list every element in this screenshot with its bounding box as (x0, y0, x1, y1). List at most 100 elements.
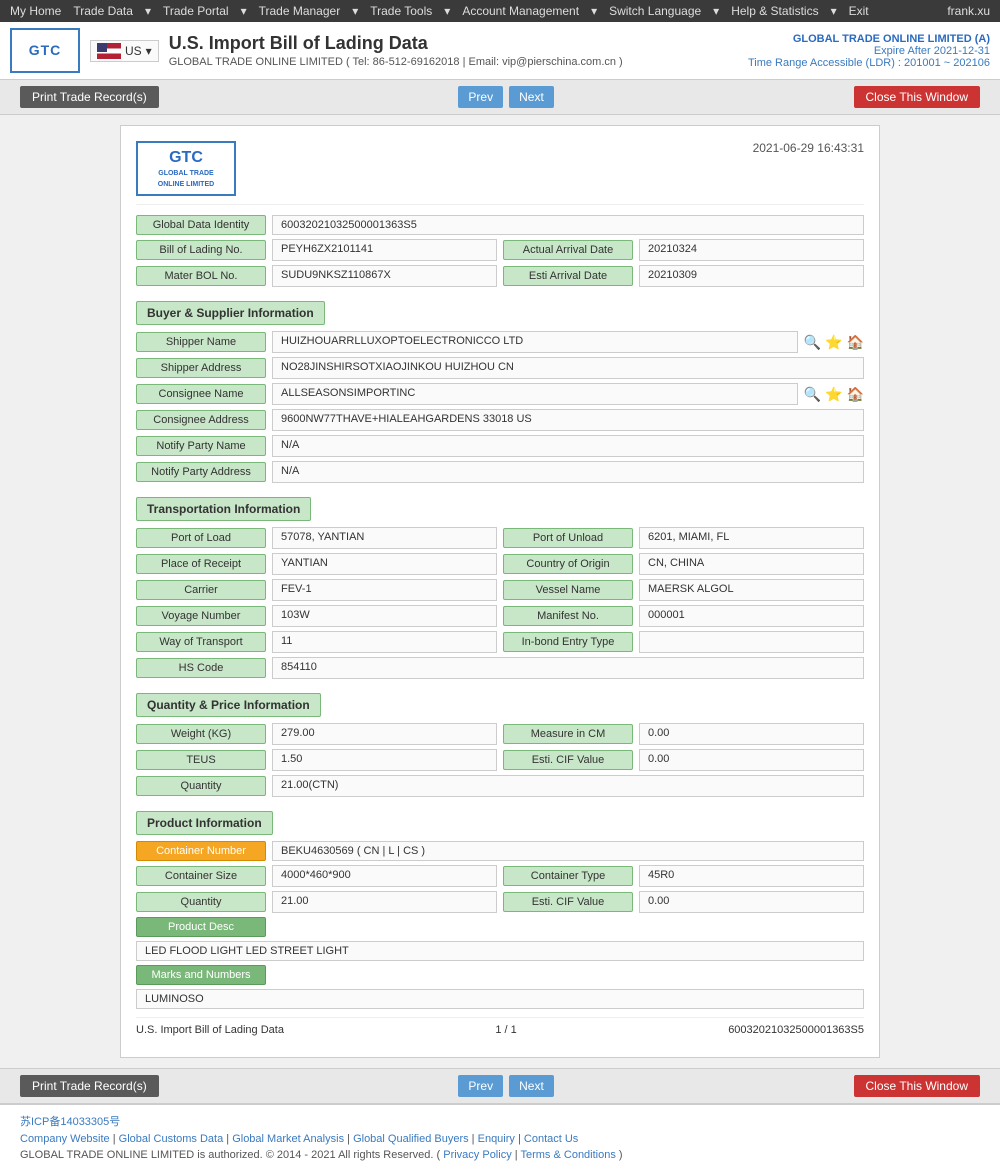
container-type-label: Container Type (503, 866, 633, 886)
global-market-analysis-link[interactable]: Global Market Analysis (232, 1133, 344, 1145)
esti-cif-value: 0.00 (639, 749, 864, 771)
country-of-origin-field: Country of Origin CN, CHINA (503, 553, 864, 575)
consignee-search-icon[interactable]: 🔍 (804, 386, 821, 403)
container-type-field: Container Type 45R0 (503, 865, 864, 887)
voyage-number-value: 103W (272, 605, 497, 627)
bottom-close-button[interactable]: Close This Window (854, 1075, 980, 1097)
carrier-field: Carrier FEV-1 (136, 579, 497, 601)
consignee-name-value: ALLSEASONSIMPORTINC (272, 383, 798, 405)
doc-logo: GTC GLOBAL TRADEONLINE LIMITED (136, 141, 236, 196)
page-subtitle: GLOBAL TRADE ONLINE LIMITED ( Tel: 86-51… (169, 56, 623, 68)
bottom-toolbar: Print Trade Record(s) Prev Next Close Th… (0, 1068, 1000, 1104)
port-of-load-label: Port of Load (136, 528, 266, 548)
inbond-entry-type-value (639, 631, 864, 653)
esti-arrival-field: Esti Arrival Date 20210309 (503, 265, 864, 287)
document-container: GTC GLOBAL TRADEONLINE LIMITED 2021-06-2… (120, 125, 880, 1058)
vessel-name-field: Vessel Name MAERSK ALGOL (503, 579, 864, 601)
esti-cif2-value: 0.00 (639, 891, 864, 913)
bottom-prev-button[interactable]: Prev (458, 1075, 503, 1097)
container-size-value: 4000*460*900 (272, 865, 497, 887)
top-toolbar: Print Trade Record(s) Prev Next Close Th… (0, 80, 1000, 115)
flag-dropdown-icon[interactable]: ▾ (146, 44, 152, 58)
teus-field: TEUS 1.50 (136, 749, 497, 771)
consignee-icons: 🔍 ⭐ 🏠 (804, 386, 864, 403)
nav-my-home[interactable]: My Home (10, 4, 61, 18)
vessel-name-label: Vessel Name (503, 580, 633, 600)
voyage-number-field: Voyage Number 103W (136, 605, 497, 627)
manifest-no-field: Manifest No. 000001 (503, 605, 864, 627)
quantity-value: 21.00(CTN) (272, 775, 864, 797)
global-customs-data-link[interactable]: Global Customs Data (119, 1133, 224, 1145)
terms-conditions-link[interactable]: Terms & Conditions (520, 1149, 615, 1161)
way-of-transport-field: Way of Transport 11 (136, 631, 497, 653)
bottom-print-button[interactable]: Print Trade Record(s) (20, 1075, 159, 1097)
consignee-address-row: Consignee Address 9600NW77THAVE+HIALEAHG… (136, 409, 864, 431)
nav-trade-manager[interactable]: Trade Manager (259, 4, 341, 18)
nav-help-statistics[interactable]: Help & Statistics (731, 4, 818, 18)
document-timestamp: 2021-06-29 16:43:31 (753, 141, 864, 155)
mater-bol-field: Mater BOL No. SUDU9NKSZ110867X (136, 265, 497, 287)
shipper-name-row: Shipper Name HUIZHOUARRLLUXOPTOELECTRONI… (136, 331, 864, 353)
consignee-star-icon[interactable]: ⭐ (825, 386, 842, 403)
shipper-search-icon[interactable]: 🔍 (804, 334, 821, 351)
consignee-home-icon[interactable]: 🏠 (847, 386, 864, 403)
voyage-number-label: Voyage Number (136, 606, 266, 626)
mater-bol-row: Mater BOL No. SUDU9NKSZ110867X Esti Arri… (136, 265, 864, 287)
teus-value: 1.50 (272, 749, 497, 771)
actual-arrival-label: Actual Arrival Date (503, 240, 633, 260)
weight-kg-field: Weight (KG) 279.00 (136, 723, 497, 745)
bill-of-lading-value: PEYH6ZX2101141 (272, 239, 497, 261)
nav-trade-tools[interactable]: Trade Tools (370, 4, 432, 18)
transport-inbond-row: Way of Transport 11 In-bond Entry Type (136, 631, 864, 653)
bottom-toolbar-left: Print Trade Record(s) (20, 1075, 159, 1097)
document-header: GTC GLOBAL TRADEONLINE LIMITED 2021-06-2… (136, 141, 864, 205)
teus-cif-row: TEUS 1.50 Esti. CIF Value 0.00 (136, 749, 864, 771)
print-button[interactable]: Print Trade Record(s) (20, 86, 159, 108)
toolbar-right: Close This Window (854, 86, 980, 108)
measure-in-cm-label: Measure in CM (503, 724, 633, 744)
bill-of-lading-label: Bill of Lading No. (136, 240, 266, 260)
page-header: GTC US ▾ U.S. Import Bill of Lading Data… (0, 22, 1000, 80)
company-website-link[interactable]: Company Website (20, 1133, 110, 1145)
close-window-button[interactable]: Close This Window (854, 86, 980, 108)
document-footer: U.S. Import Bill of Lading Data 1 / 1 60… (136, 1017, 864, 1042)
carrier-vessel-row: Carrier FEV-1 Vessel Name MAERSK ALGOL (136, 579, 864, 601)
place-of-receipt-field: Place of Receipt YANTIAN (136, 553, 497, 575)
notify-party-address-value: N/A (272, 461, 864, 483)
inbond-entry-type-label: In-bond Entry Type (503, 632, 633, 652)
shipper-name-label: Shipper Name (136, 332, 266, 352)
nav-account-management[interactable]: Account Management (462, 4, 579, 18)
esti-cif2-field: Esti. CIF Value 0.00 (503, 891, 864, 913)
quantity2-cif2-row: Quantity 21.00 Esti. CIF Value 0.00 (136, 891, 864, 913)
measure-in-cm-value: 0.00 (639, 723, 864, 745)
product-section-header: Product Information (136, 811, 273, 835)
hs-code-row: HS Code 854110 (136, 657, 864, 679)
footer-doc-label: U.S. Import Bill of Lading Data (136, 1024, 284, 1036)
quantity-label: Quantity (136, 776, 266, 796)
nav-exit[interactable]: Exit (849, 4, 869, 18)
receipt-origin-row: Place of Receipt YANTIAN Country of Orig… (136, 553, 864, 575)
flag-selector[interactable]: US ▾ (90, 40, 159, 62)
icp-number: 苏ICP备14033305号 (20, 1113, 980, 1129)
toolbar-center: Prev Next (458, 86, 553, 108)
way-of-transport-label: Way of Transport (136, 632, 266, 652)
product-desc-row: Product Desc (136, 917, 864, 937)
nav-switch-language[interactable]: Switch Language (609, 4, 701, 18)
shipper-home-icon[interactable]: 🏠 (847, 334, 864, 351)
contact-us-link[interactable]: Contact Us (524, 1133, 578, 1145)
site-footer: 苏ICP备14033305号 Company Website | Global … (0, 1104, 1000, 1169)
next-button[interactable]: Next (509, 86, 554, 108)
nav-trade-portal[interactable]: Trade Portal (163, 4, 229, 18)
quantity-row: Quantity 21.00(CTN) (136, 775, 864, 797)
footer-page: 1 / 1 (495, 1024, 516, 1036)
prev-button[interactable]: Prev (458, 86, 503, 108)
enquiry-link[interactable]: Enquiry (478, 1133, 515, 1145)
global-qualified-buyers-link[interactable]: Global Qualified Buyers (353, 1133, 469, 1145)
shipper-star-icon[interactable]: ⭐ (825, 334, 842, 351)
bottom-next-button[interactable]: Next (509, 1075, 554, 1097)
buyer-supplier-section-header: Buyer & Supplier Information (136, 301, 325, 325)
us-flag-icon (97, 43, 121, 59)
privacy-policy-link[interactable]: Privacy Policy (443, 1149, 511, 1161)
footer-id: 60032021032500001363S5 (728, 1024, 864, 1036)
nav-trade-data[interactable]: Trade Data (73, 4, 133, 18)
